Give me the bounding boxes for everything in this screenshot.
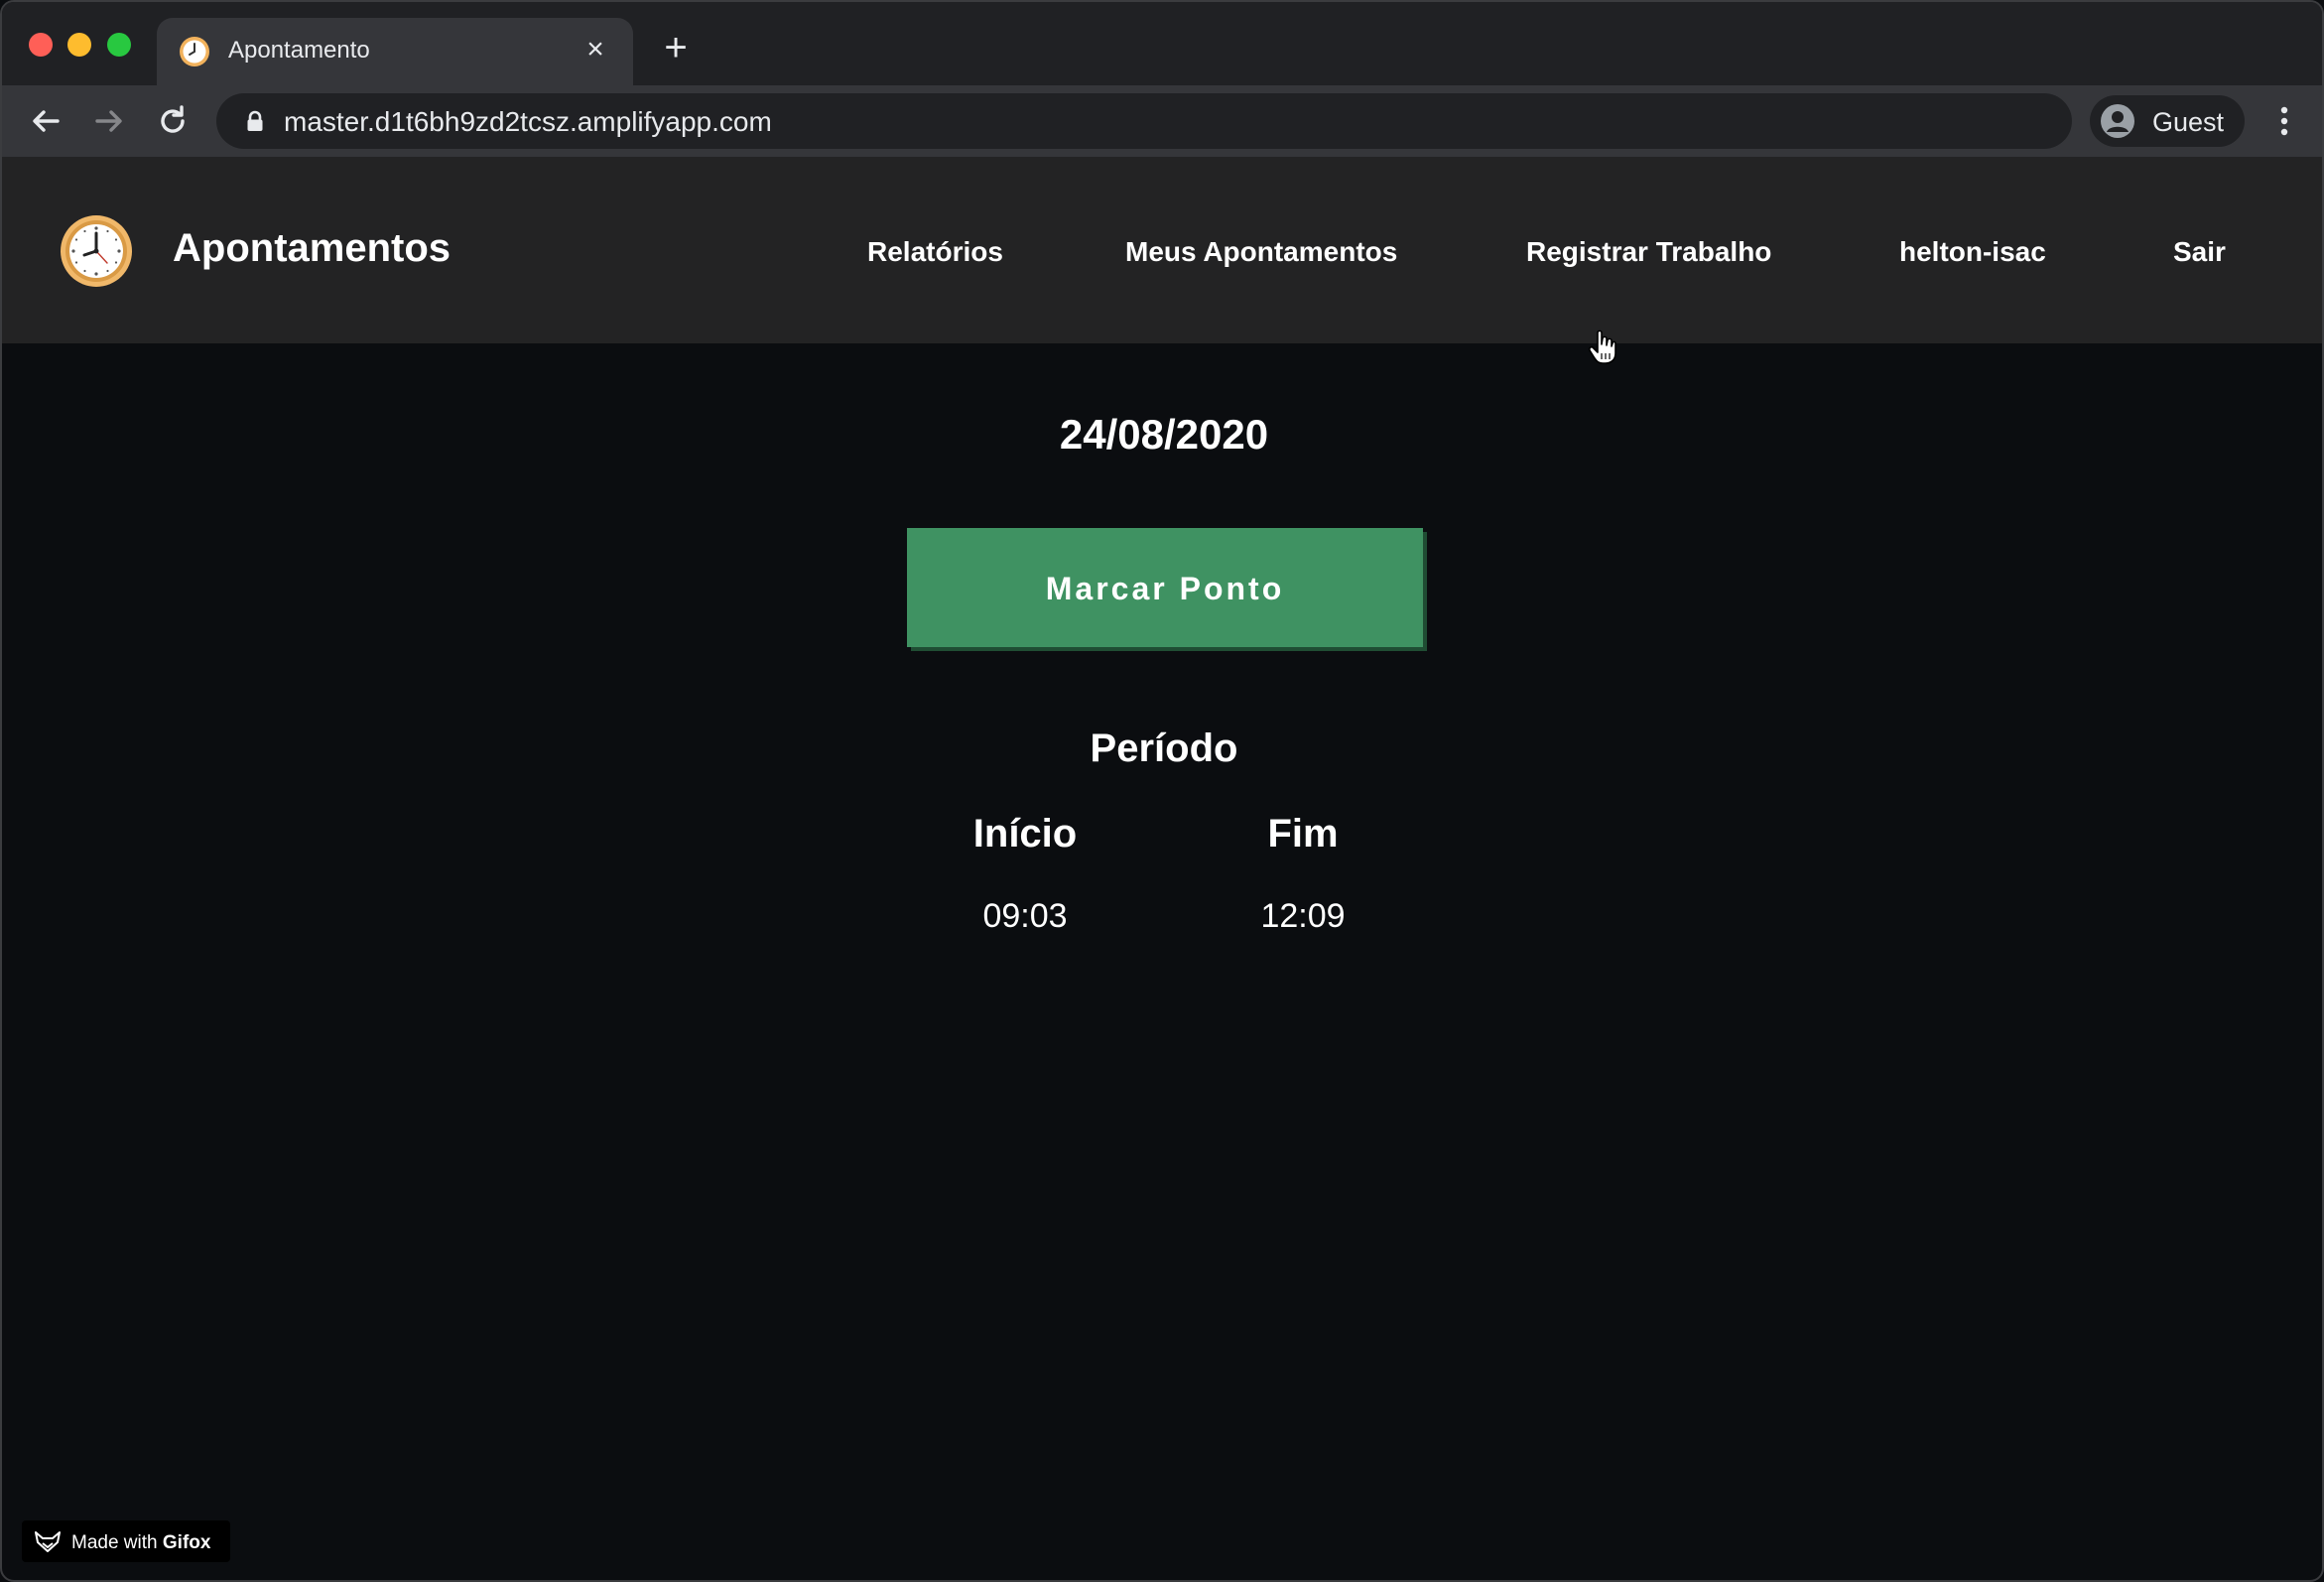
clock-favicon-icon — [180, 37, 209, 66]
profile-avatar-icon — [2101, 104, 2134, 138]
period-title: Período — [1090, 726, 1238, 770]
tab-strip: Apontamento × + — [2, 2, 2322, 85]
url-text: master.d1t6bh9zd2tcsz.amplifyapp.com — [284, 106, 772, 137]
marcar-ponto-button[interactable]: Marcar Ponto — [907, 528, 1423, 647]
forward-arrow-icon[interactable] — [89, 101, 129, 141]
tab-title: Apontamento — [228, 37, 370, 64]
gifox-label: Made with Gifox — [71, 1532, 210, 1554]
app-header: Apontamentos Relatórios Meus Apontamento… — [2, 157, 2322, 343]
nav-username[interactable]: helton-isac — [1899, 236, 2046, 268]
profile-button[interactable]: Guest — [2090, 95, 2245, 147]
nav-meus-apontamentos[interactable]: Meus Apontamentos — [1125, 236, 1397, 268]
maximize-window-button[interactable] — [107, 33, 131, 57]
browser-tab[interactable]: Apontamento × — [157, 18, 633, 85]
gifox-watermark: Made with Gifox — [22, 1520, 230, 1562]
nav-registrar-trabalho[interactable]: Registrar Trabalho — [1526, 236, 1771, 268]
browser-toolbar: master.d1t6bh9zd2tcsz.amplifyapp.com Gue… — [2, 85, 2322, 157]
profile-label: Guest — [2152, 107, 2225, 137]
column-header-fim: Fim — [1267, 812, 1339, 856]
lock-icon[interactable] — [246, 110, 264, 132]
gifox-brand: Gifox — [162, 1532, 211, 1553]
app-title[interactable]: Apontamentos — [173, 226, 451, 271]
period-end-time: 12:09 — [1260, 897, 1346, 935]
hand-cursor-icon — [1588, 330, 1616, 364]
close-window-button[interactable] — [29, 33, 53, 57]
nav-sair[interactable]: Sair — [2173, 236, 2226, 268]
browser-window: Apontamento × + master.d1t6bh9zd2tcsz.am… — [0, 0, 2324, 1582]
reload-icon[interactable] — [153, 101, 193, 141]
address-bar[interactable]: master.d1t6bh9zd2tcsz.amplifyapp.com — [216, 93, 2072, 149]
back-arrow-icon[interactable] — [26, 101, 65, 141]
clock-logo-icon[interactable] — [60, 214, 133, 288]
fox-logo-icon — [35, 1531, 61, 1552]
new-tab-icon[interactable]: + — [657, 28, 695, 67]
more-options-icon[interactable] — [2268, 103, 2300, 139]
period-start-time: 09:03 — [982, 897, 1068, 935]
gifox-prefix: Made with — [71, 1532, 158, 1553]
column-header-inicio: Início — [972, 812, 1078, 856]
close-tab-icon[interactable]: × — [578, 32, 613, 67]
minimize-window-button[interactable] — [67, 33, 91, 57]
current-date: 24/08/2020 — [1059, 411, 1269, 458]
nav-relatorios[interactable]: Relatórios — [867, 236, 1003, 268]
